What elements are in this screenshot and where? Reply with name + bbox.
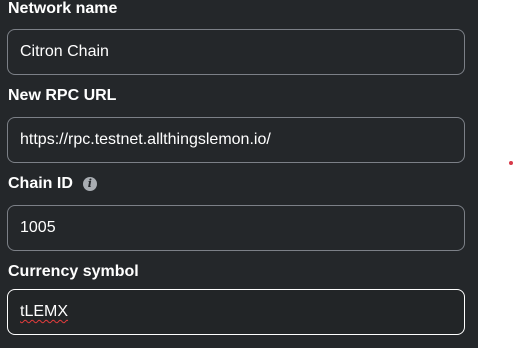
chain-id-value: 1005 (20, 219, 56, 236)
network-form-panel: Network name Citron Chain New RPC URL ht… (0, 0, 478, 348)
network-name-label-text: Network name (8, 0, 118, 17)
chain-id-label-text: Chain ID (8, 175, 73, 192)
network-name-label: Network name (8, 0, 117, 18)
currency-symbol-label: Currency symbol (8, 263, 139, 281)
currency-symbol-label-text: Currency symbol (8, 263, 139, 280)
currency-symbol-value: tLEMX (20, 303, 69, 320)
info-icon[interactable]: i (82, 177, 97, 191)
network-name-value: Citron Chain (20, 43, 109, 60)
chain-id-label: Chain ID i (8, 175, 97, 193)
currency-symbol-field[interactable]: tLEMX (7, 289, 465, 335)
rpc-url-label: New RPC URL (8, 87, 116, 105)
rpc-url-label-text: New RPC URL (8, 87, 117, 104)
rpc-url-value: https://rpc.testnet.allthingslemon.io/ (20, 131, 271, 148)
indicator-dot (509, 161, 513, 165)
network-name-field[interactable]: Citron Chain (7, 29, 465, 75)
chain-id-field[interactable]: 1005 (7, 205, 465, 251)
rpc-url-field[interactable]: https://rpc.testnet.allthingslemon.io/ (7, 117, 465, 163)
